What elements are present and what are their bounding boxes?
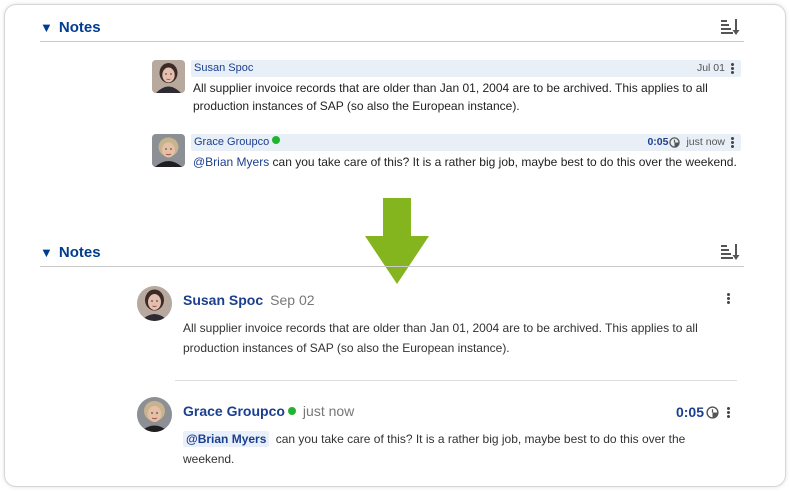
avatar[interactable]: [137, 397, 172, 432]
notes-section-header-old: ▼ Notes: [40, 17, 744, 42]
sort-icon[interactable]: [720, 242, 740, 262]
comment-body: @Brian Myers can you take care of this? …: [183, 431, 686, 466]
timer-icon: [669, 136, 681, 148]
comment-author[interactable]: Susan Spoc: [183, 292, 263, 308]
comment-header: Grace Groupco 0:05 just now: [191, 134, 741, 151]
online-status-icon: [287, 407, 296, 415]
notes-toggle-old[interactable]: ▼ Notes: [40, 20, 101, 36]
comment-date: Jul 01: [696, 62, 725, 74]
time-tracked[interactable]: 0:05: [647, 136, 681, 148]
avatar[interactable]: [152, 134, 185, 167]
avatar[interactable]: [137, 286, 172, 321]
mention-link[interactable]: @Brian Myers: [193, 155, 269, 169]
notes-title: Notes: [58, 244, 101, 261]
comment-author[interactable]: Susan Spoc: [194, 62, 253, 74]
notes-section-header-new: ▼ Notes: [40, 242, 744, 267]
mention-link[interactable]: @Brian Myers: [183, 431, 270, 447]
online-status-icon: [272, 136, 281, 144]
notes-toggle-new[interactable]: ▼ Notes: [40, 245, 101, 261]
collapse-triangle-icon: ▼: [40, 245, 53, 260]
comment-date: just now: [686, 136, 725, 148]
down-arrow-icon: [365, 198, 429, 284]
comment-header: Grace Groupco just now: [183, 403, 354, 419]
avatar[interactable]: [152, 60, 185, 93]
comment-body: All supplier invoice records that are ol…: [183, 321, 698, 355]
comment-date: Sep 02: [270, 292, 315, 308]
kebab-menu-icon[interactable]: [731, 136, 735, 148]
kebab-menu-icon[interactable]: [727, 293, 731, 304]
comment-header: Susan Spoc Jul 01: [191, 60, 741, 77]
comment-body: @Brian Myers can you take care of this? …: [193, 155, 737, 169]
comment-header: Susan Spoc Sep 02: [183, 292, 315, 308]
kebab-menu-icon[interactable]: [727, 406, 731, 418]
comment-author[interactable]: Grace Groupco: [183, 403, 285, 419]
sort-icon[interactable]: [720, 17, 740, 37]
comment-date: just now: [302, 403, 355, 419]
time-tracked[interactable]: 0:05: [676, 404, 719, 420]
kebab-menu-icon[interactable]: [731, 62, 735, 74]
comment-divider: [175, 380, 737, 381]
comment-body: All supplier invoice records that are ol…: [193, 81, 708, 113]
comment-author[interactable]: Grace Groupco: [194, 136, 281, 148]
notes-title: Notes: [58, 19, 101, 36]
collapse-triangle-icon: ▼: [40, 20, 53, 35]
timer-icon: [706, 405, 719, 419]
